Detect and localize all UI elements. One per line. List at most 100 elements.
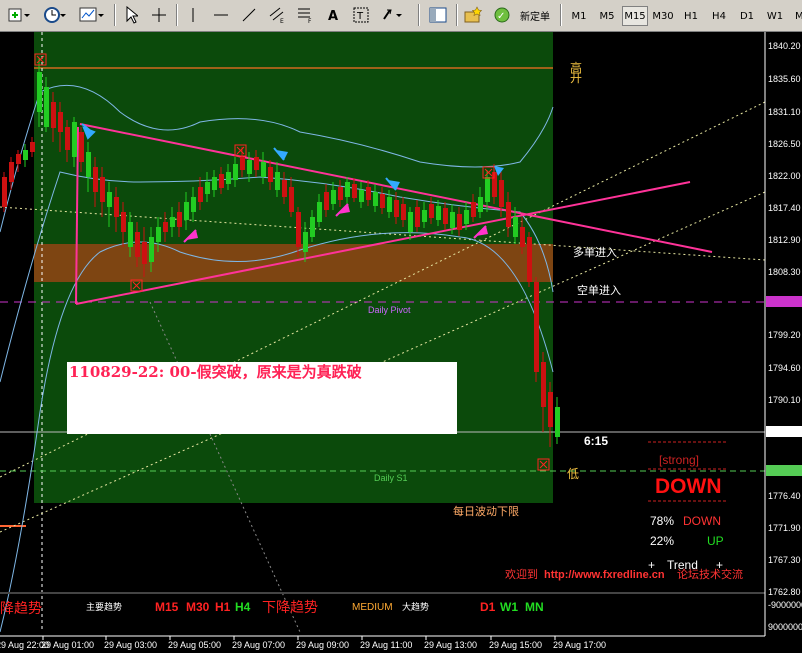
signal-panel: [strong] DOWN 78% DOWN 22% UP + Trend +	[648, 441, 726, 572]
profiles-clock-icon[interactable]	[40, 4, 70, 26]
timeframe-m1-button[interactable]: M1	[566, 6, 592, 26]
timeframe-m15-button[interactable]: M15	[622, 6, 648, 26]
candle-body	[128, 222, 133, 247]
candle-body	[198, 187, 203, 202]
low-label: 低	[567, 467, 579, 481]
toolbar-separator	[418, 4, 420, 26]
timeframe-m5-button[interactable]: M5	[594, 6, 620, 26]
candle-body	[65, 127, 70, 150]
vertical-line-icon[interactable]	[182, 4, 204, 26]
price-tick-label: 1822.00	[768, 171, 801, 181]
candle-body	[191, 197, 196, 212]
candle-body	[534, 282, 539, 372]
horizontal-line-icon[interactable]	[210, 4, 232, 26]
equidistant-channel-icon[interactable]: E	[266, 4, 288, 26]
trendline-icon[interactable]	[238, 4, 260, 26]
candle-body	[135, 232, 140, 257]
candle-body	[485, 177, 490, 202]
toolbar-separator	[176, 4, 178, 26]
new-chart-icon[interactable]	[4, 4, 34, 26]
candle-body	[149, 237, 154, 262]
candle-body	[79, 132, 84, 162]
candle-body	[366, 187, 371, 200]
candle-body	[30, 142, 35, 152]
sell-entry-label: 空单进入	[577, 283, 621, 297]
arrows-icon[interactable]	[378, 4, 408, 26]
candle-body	[506, 202, 511, 227]
candle-body	[380, 194, 385, 208]
candle-body	[9, 162, 14, 182]
daily-s1-label: Daily S1	[374, 473, 408, 483]
current-price-marker	[766, 426, 802, 437]
big-trend-label: 大趋势	[402, 601, 429, 613]
supply-demand-zone	[34, 244, 553, 282]
timeframe-w1-button[interactable]: W1	[762, 6, 788, 26]
price-tick-label: 1762.80	[768, 587, 801, 597]
text-tool-icon[interactable]: A	[322, 4, 344, 26]
candle-body	[513, 217, 518, 237]
candle-body	[177, 212, 182, 227]
candle-body	[23, 150, 28, 160]
time-axis[interactable]: 29 Aug 22:0029 Aug 01:00 29 Aug 03:00 29 A…	[0, 635, 765, 650]
timeframe-h4-button[interactable]: H4	[706, 6, 732, 26]
bar-countdown: 6:15	[584, 434, 608, 448]
text-label-icon[interactable]: T	[350, 4, 372, 26]
price-tick-label: 1776.40	[768, 491, 801, 501]
timeframe-d1-button[interactable]: D1	[734, 6, 760, 26]
candle-body	[37, 72, 42, 112]
svg-text:T: T	[356, 11, 364, 22]
pivot-price-marker	[766, 296, 802, 307]
welcome-text: 欢迎到	[505, 567, 538, 581]
candle-body	[352, 184, 357, 198]
new-order-label: 新定单	[520, 11, 550, 23]
s1-price-marker	[766, 465, 802, 476]
candle-body	[331, 190, 336, 204]
price-tick-label: 1826.50	[768, 139, 801, 149]
time-tick-label: 29 Aug 17:00	[553, 640, 606, 650]
candle-body	[310, 217, 315, 237]
fibonacci-icon[interactable]: F	[294, 4, 316, 26]
candle-body	[373, 192, 378, 206]
svg-text:F: F	[308, 18, 312, 24]
timeframe-mn-button[interactable]: MN	[790, 6, 802, 26]
favorites-icon[interactable]	[462, 4, 486, 26]
candle-body	[541, 362, 546, 407]
candle-body	[499, 180, 504, 207]
candle-body	[422, 210, 427, 222]
price-axis[interactable]: 1840.20 1835.60 1831.10 1826.50 1822.00 1817.…	[764, 32, 802, 636]
price-tick-label: 9000000	[768, 622, 802, 632]
candle-body	[212, 177, 217, 190]
navigator-icon[interactable]	[426, 4, 450, 26]
expert-advisor-icon[interactable]: ✓	[490, 4, 514, 26]
trend-tf-h4: H4	[235, 600, 251, 614]
price-tick-label: 1799.20	[768, 330, 801, 340]
timeframe-h1-button[interactable]: H1	[678, 6, 704, 26]
time-tick-label: 29 Aug 07:00	[232, 640, 285, 650]
trend-tf-mn: MN	[525, 600, 544, 614]
candle-body	[2, 177, 7, 207]
candle-body	[93, 167, 98, 192]
candle-body	[72, 122, 77, 157]
candle-body	[142, 242, 147, 264]
crosshair-icon[interactable]	[148, 4, 170, 26]
timeframe-m30-button[interactable]: M30	[650, 6, 676, 26]
candle-body	[240, 157, 245, 170]
chart-window-icon[interactable]	[76, 4, 108, 26]
trend-tf-h1: H1	[215, 600, 231, 614]
candle-body	[457, 214, 462, 230]
new-order-button[interactable]: 新定单	[516, 4, 554, 26]
candle-body	[338, 187, 343, 200]
candle-body	[415, 207, 420, 227]
price-tick-label: 1831.10	[768, 107, 801, 117]
price-chart[interactable]: 110829-22: 00-假突破，原来是为真跌破 高 开 低 多单进入 空单进…	[0, 32, 802, 653]
up-text: UP	[707, 534, 724, 548]
indicator-window-separator	[0, 592, 765, 594]
price-tick-label: 1812.90	[768, 235, 801, 245]
candle-body	[464, 210, 469, 224]
candle-body	[436, 206, 441, 220]
cursor-icon[interactable]	[120, 4, 142, 26]
website-link[interactable]: http://www.fxredline.cn	[544, 569, 665, 581]
candle-body	[51, 102, 56, 128]
time-tick-label: 29 Aug 15:00	[489, 640, 542, 650]
candle-body	[170, 217, 175, 227]
